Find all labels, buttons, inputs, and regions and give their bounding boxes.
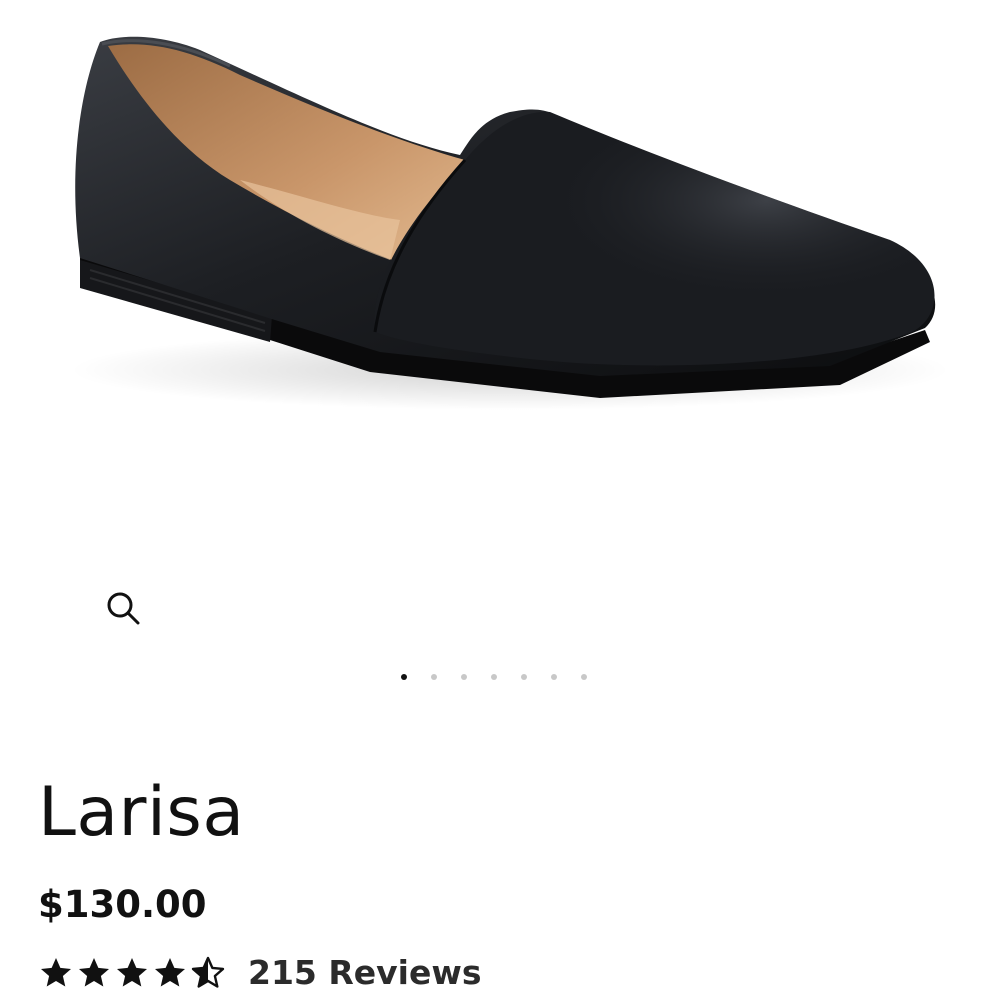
carousel-dots [401,671,587,683]
rating-row: 215 Reviews [38,948,482,998]
carousel-dot-5[interactable] [521,674,527,680]
star-full-icon [79,958,109,987]
magnifier-icon [107,592,140,625]
product-image[interactable] [40,20,960,440]
product-title: Larisa [38,773,245,852]
star-half-icon [191,956,225,988]
product-page: Larisa $130.00 215 Reviews [0,0,1000,1000]
carousel-dot-6[interactable] [551,674,557,680]
carousel-dot-4[interactable] [491,674,497,680]
carousel-dot-3[interactable] [461,674,467,680]
star-full-icon [155,958,185,987]
carousel-dot-1[interactable] [401,674,407,680]
reviews-link[interactable]: 215 Reviews [248,948,482,998]
star-full-icon [41,958,71,987]
product-gallery[interactable] [0,0,1000,700]
carousel-dot-2[interactable] [431,674,437,680]
product-price: $130.00 [38,883,207,926]
star-rating[interactable] [38,955,226,991]
zoom-button[interactable] [100,585,146,631]
carousel-dot-7[interactable] [581,674,587,680]
star-full-icon [117,958,147,987]
